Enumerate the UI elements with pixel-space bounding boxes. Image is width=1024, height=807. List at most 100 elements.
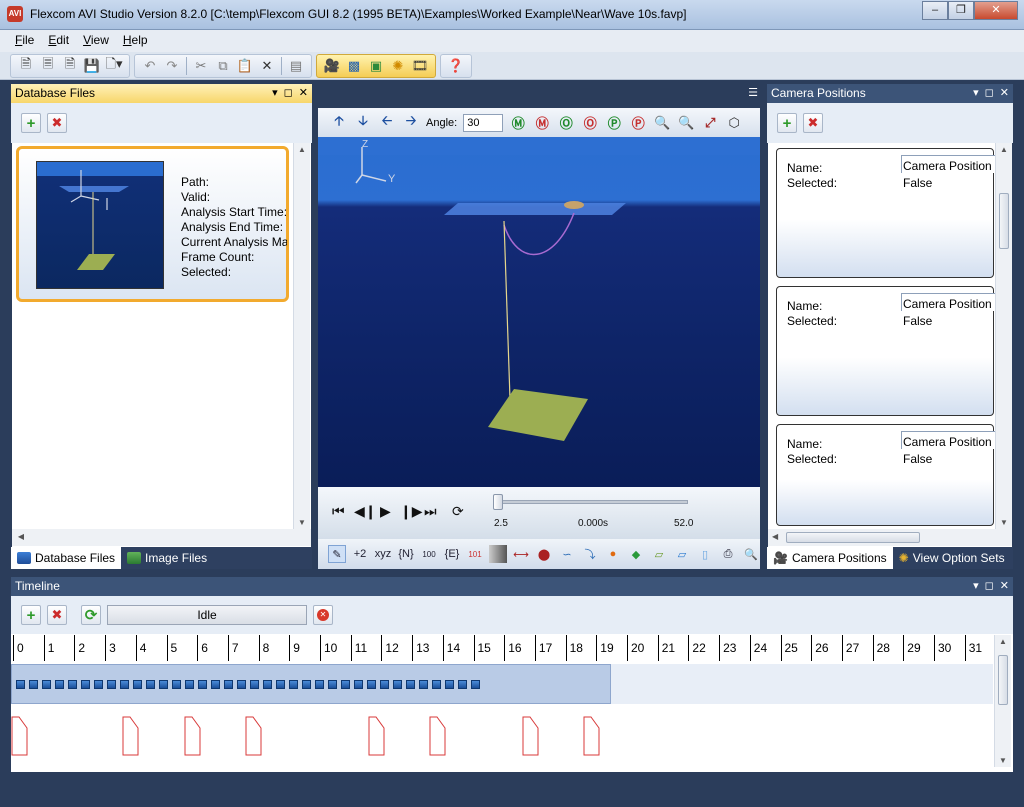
angle-input[interactable] xyxy=(463,113,504,132)
tab-camera-positions[interactable]: 🎥 Camera Positions xyxy=(767,547,893,569)
scroll-up-arrow-icon[interactable]: ▲ xyxy=(995,637,1011,646)
move-left-icon[interactable]: 🡠 xyxy=(378,113,396,132)
camera-position-card[interactable]: Name: Camera Position Selected: False xyxy=(776,424,995,526)
scroll-up-arrow-icon[interactable]: ▲ xyxy=(996,145,1012,154)
panel-menu-icon[interactable]: ▾ xyxy=(973,579,979,592)
film-icon[interactable]: 🎞 xyxy=(411,57,429,75)
save-icon[interactable]: 💾 xyxy=(83,57,101,75)
camera-list-hscrollbar[interactable]: ◀ xyxy=(768,529,1012,546)
zoom-out-icon[interactable]: 🔍 xyxy=(677,114,695,132)
scroll-thumb[interactable] xyxy=(998,655,1008,705)
timeline-clip[interactable] xyxy=(11,664,611,704)
numbers-icon[interactable]: 100 xyxy=(420,545,438,563)
rotate-y-positive-icon[interactable]: Ⓞ xyxy=(557,114,575,132)
keyframe-marker[interactable] xyxy=(11,716,29,756)
scroll-down-arrow-icon[interactable]: ▼ xyxy=(995,756,1011,765)
step-forward-icon[interactable]: ❙▶ xyxy=(400,503,423,520)
node-numbers-icon[interactable]: {N} xyxy=(397,545,415,563)
add-camera-button[interactable]: + xyxy=(777,113,797,133)
scroll-down-arrow-icon[interactable]: ▼ xyxy=(996,518,1012,527)
scroll-down-arrow-icon[interactable]: ▼ xyxy=(294,518,310,527)
add-keyframe-button[interactable]: + xyxy=(21,605,41,625)
remove-keyframe-button[interactable]: ✖ xyxy=(47,605,67,625)
move-up-icon[interactable]: 🡡 xyxy=(330,113,348,132)
viewport-icon[interactable]: ▩ xyxy=(345,57,363,75)
database-file-card[interactable]: Path: Valid: Analysis Start Time: Analys… xyxy=(16,146,289,302)
close-button[interactable]: ✕ xyxy=(974,1,1018,20)
keyframe-marker[interactable] xyxy=(583,716,601,756)
keyframe-marker[interactable] xyxy=(368,716,386,756)
camera-name-value[interactable]: Camera Position xyxy=(903,435,995,449)
link-icon[interactable]: ∽ xyxy=(558,545,576,563)
refresh-button[interactable]: ⟳ xyxy=(81,605,101,625)
timeline-scrollbar[interactable]: ▲ ▼ xyxy=(994,635,1011,767)
connector-icon[interactable]: ⟷ xyxy=(512,545,530,563)
camera-list-scrollbar[interactable]: ▲ ▼ xyxy=(995,143,1012,529)
keyframe-marker[interactable] xyxy=(429,716,447,756)
view-cube-icon[interactable]: ⬡ xyxy=(725,114,743,132)
viewport-menu-icon[interactable]: ☰ xyxy=(748,86,758,99)
3d-scene-viewport[interactable]: Z Y xyxy=(318,137,760,487)
seabed-icon[interactable]: ▱ xyxy=(650,545,668,563)
image-icon[interactable]: ▣ xyxy=(367,57,385,75)
keyframe-marker[interactable] xyxy=(522,716,540,756)
camera-name-value[interactable]: Camera Position xyxy=(903,159,995,173)
open-file-icon[interactable]: 🗎 xyxy=(61,56,79,75)
loop-icon[interactable]: ⟳ xyxy=(452,503,464,520)
time-slider-track[interactable] xyxy=(494,500,688,504)
time-slider-thumb[interactable] xyxy=(493,494,503,510)
help-icon[interactable]: ❓ xyxy=(447,57,465,75)
rotate-z-positive-icon[interactable]: Ⓟ xyxy=(605,114,623,132)
pin-marker-icon[interactable]: ⤵ xyxy=(581,545,599,563)
panel-menu-icon[interactable]: ▾ xyxy=(272,86,278,99)
rotate-x-negative-icon[interactable]: Ⓜ xyxy=(533,114,551,132)
camera-position-card[interactable]: Name: Camera Position Selected: False xyxy=(776,148,995,278)
scroll-thumb[interactable] xyxy=(999,193,1009,249)
scroll-up-arrow-icon[interactable]: ▲ xyxy=(294,145,310,154)
xyz-labels-icon[interactable]: xyz xyxy=(374,545,392,563)
properties-icon[interactable]: ▤ xyxy=(287,57,305,75)
camera-name-value[interactable]: Camera Position xyxy=(903,297,995,311)
cylinder-icon[interactable]: ▯ xyxy=(696,545,714,563)
panel-close-icon[interactable]: ✕ xyxy=(1000,579,1009,592)
pen-icon[interactable]: ✎ xyxy=(328,545,346,563)
move-down-icon[interactable]: 🡣 xyxy=(354,113,372,132)
increment-icon[interactable]: +2 xyxy=(351,545,369,563)
database-list-hscrollbar[interactable]: ◀ xyxy=(12,529,311,546)
tab-image-files[interactable]: Image Files xyxy=(121,547,213,569)
zoom-fit-icon[interactable]: ⤢ xyxy=(701,114,719,132)
camera-icon[interactable]: 🎥 xyxy=(323,57,341,75)
rotate-z-negative-icon[interactable]: Ⓟ xyxy=(629,114,647,132)
zoom-in-icon[interactable]: 🔍 xyxy=(653,114,671,132)
redo-icon[interactable]: ↷ xyxy=(163,57,181,75)
new-database-icon[interactable]: 🗏 xyxy=(39,56,57,75)
menu-help[interactable]: Help xyxy=(116,30,155,52)
rotate-x-positive-icon[interactable]: Ⓜ xyxy=(509,114,527,132)
database-list-scrollbar[interactable]: ▲ ▼ xyxy=(293,143,310,529)
pin-icon[interactable]: ◻ xyxy=(985,579,994,592)
panel-menu-icon[interactable]: ▾ xyxy=(973,86,979,99)
minimize-button[interactable]: – xyxy=(922,1,948,20)
green-diamond-icon[interactable]: ◆ xyxy=(627,545,645,563)
move-right-icon[interactable]: 🡢 xyxy=(402,113,420,132)
scroll-left-arrow-icon[interactable]: ◀ xyxy=(16,532,26,541)
orange-pin-icon[interactable]: ● xyxy=(604,545,622,563)
skip-to-start-icon[interactable]: ⏮ xyxy=(332,503,345,520)
print-icon[interactable]: ⎙ xyxy=(719,545,737,563)
menu-edit[interactable]: Edit xyxy=(41,30,76,52)
keyframe-marker[interactable] xyxy=(184,716,202,756)
camera-position-card[interactable]: Name: Camera Position Selected: False xyxy=(776,286,995,416)
undo-icon[interactable]: ↶ xyxy=(141,57,159,75)
stop-button[interactable]: ✕ xyxy=(313,605,333,625)
binary-icon[interactable]: 101 xyxy=(466,545,484,563)
keyframe-marker[interactable] xyxy=(245,716,263,756)
add-database-button[interactable]: + xyxy=(21,113,41,133)
menu-file[interactable]: File xyxy=(8,30,41,52)
remove-camera-button[interactable]: ✖ xyxy=(803,113,823,133)
pin-icon[interactable]: ◻ xyxy=(985,86,994,99)
rotate-y-negative-icon[interactable]: Ⓞ xyxy=(581,114,599,132)
sphere-icon[interactable]: ⬤ xyxy=(535,545,553,563)
gradient-icon[interactable] xyxy=(489,545,507,563)
skip-to-end-icon[interactable]: ⏭ xyxy=(424,503,437,520)
find-icon[interactable]: 🔍 xyxy=(742,545,760,563)
